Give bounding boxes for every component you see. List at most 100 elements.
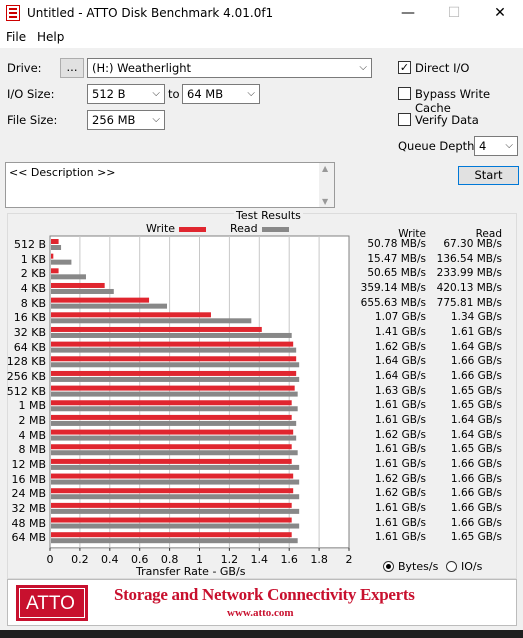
write-rate-value: 1.41 GB/s: [374, 325, 426, 338]
write-bar: [51, 517, 292, 523]
io-size-axis-label: 24 MB: [11, 487, 46, 501]
io-size-axis-label: 32 KB: [13, 325, 46, 339]
read-rate-value: 1.66 GB/s: [450, 516, 502, 529]
read-bar: [51, 538, 298, 544]
read-bar: [51, 464, 300, 470]
read-rate-value: 1.66 GB/s: [450, 472, 502, 485]
read-bar: [51, 274, 86, 280]
read-rate-value: 1.64 GB/s: [450, 413, 502, 426]
read-bar: [51, 332, 292, 338]
write-bar: [51, 326, 262, 332]
read-bar: [51, 523, 300, 529]
write-rate-value: 1.61 GB/s: [374, 399, 426, 412]
write-rate-value: 1.62 GB/s: [374, 472, 426, 485]
io-size-axis-label: 48 MB: [11, 516, 46, 530]
io-size-axis-label: 64 MB: [11, 531, 46, 545]
read-bar: [51, 376, 300, 382]
x-tick-label: 2: [346, 553, 353, 566]
radio-selected-dot: [386, 564, 391, 569]
write-rate-value: 1.62 GB/s: [374, 340, 426, 353]
atto-logo-text: ATTO: [26, 593, 75, 614]
read-rate-value: 1.66 GB/s: [450, 501, 502, 514]
read-bar: [51, 479, 300, 485]
write-bar: [51, 400, 292, 406]
read-bar: [51, 494, 300, 500]
write-rate-value: 1.62 GB/s: [374, 428, 426, 441]
write-bar: [51, 414, 292, 420]
read-rate-value: 1.65 GB/s: [450, 399, 502, 412]
io-per-second-label: IO/s: [461, 560, 483, 573]
write-rate-value: 1.64 GB/s: [374, 369, 426, 382]
read-rate-value: 1.61 GB/s: [450, 325, 502, 338]
read-rate-value: 136.54 MB/s: [436, 252, 502, 265]
write-rate-value: 655.63 MB/s: [360, 296, 426, 309]
bytes-per-second-radio[interactable]: [383, 561, 394, 572]
io-size-axis-label: 16 KB: [13, 311, 46, 325]
atto-logo: ATTO: [16, 585, 88, 621]
write-bar: [51, 385, 295, 391]
read-rate-value: 420.13 MB/s: [436, 281, 502, 294]
write-bar: [51, 297, 150, 303]
write-bar: [51, 532, 292, 538]
read-bar: [51, 318, 252, 324]
io-size-axis-label: 8 KB: [20, 296, 46, 310]
io-size-axis-label: 1 KB: [20, 252, 46, 266]
write-rate-value: 1.61 GB/s: [374, 413, 426, 426]
read-rate-value: 1.66 GB/s: [450, 369, 502, 382]
write-bar: [51, 282, 105, 288]
banner-url[interactable]: www.atto.com: [227, 607, 294, 619]
read-bar: [51, 508, 300, 514]
write-bar: [51, 458, 292, 464]
io-size-axis-label: 256 KB: [6, 369, 46, 383]
io-size-axis-label: 64 KB: [13, 340, 46, 354]
read-bar: [51, 288, 114, 294]
read-rate-value: 1.34 GB/s: [450, 311, 502, 324]
write-bar: [51, 488, 294, 494]
io-size-axis-label: 4 KB: [20, 281, 46, 295]
write-rate-value: 1.61 GB/s: [374, 516, 426, 529]
read-rate-value: 67.30 MB/s: [443, 238, 502, 250]
x-tick-label: 0.6: [131, 553, 149, 566]
io-size-axis-label: 1 MB: [18, 399, 46, 413]
read-rate-value: 1.65 GB/s: [450, 531, 502, 544]
read-rate-value: 1.65 GB/s: [450, 384, 502, 397]
read-rate-value: 1.64 GB/s: [450, 428, 502, 441]
write-rate-value: 1.63 GB/s: [374, 384, 426, 397]
io-size-axis-label: 4 MB: [18, 428, 46, 442]
write-bar: [51, 268, 59, 274]
read-rate-value: 1.65 GB/s: [450, 443, 502, 456]
read-bar: [51, 450, 298, 456]
read-rate-value: 775.81 MB/s: [436, 296, 502, 309]
read-bar: [51, 303, 168, 309]
write-bar: [51, 312, 211, 318]
read-bar: [51, 259, 72, 265]
write-rate-value: 1.61 GB/s: [374, 457, 426, 470]
read-rate-value: 1.66 GB/s: [450, 457, 502, 470]
io-per-second-radio[interactable]: [446, 561, 457, 572]
read-rate-value: 1.66 GB/s: [450, 355, 502, 368]
write-rate-value: 1.61 GB/s: [374, 531, 426, 544]
read-bar: [51, 406, 298, 412]
read-bar: [51, 347, 297, 353]
write-rate-value: 15.47 MB/s: [367, 252, 426, 265]
read-bar: [51, 245, 62, 250]
read-bar: [51, 435, 297, 441]
x-tick-label: 0.8: [161, 553, 179, 566]
write-rate-value: 1.61 GB/s: [374, 501, 426, 514]
write-bar: [51, 429, 294, 435]
x-axis-label: Transfer Rate - GB/s: [136, 565, 246, 578]
read-rate-value: 233.99 MB/s: [436, 267, 502, 280]
read-bar: [51, 391, 298, 397]
write-rate-value: 1.07 GB/s: [374, 311, 426, 324]
atto-banner[interactable]: ATTO Storage and Network Connectivity Ex…: [7, 579, 517, 626]
write-bar: [51, 444, 292, 450]
write-bar: [51, 341, 294, 347]
write-rate-value: 50.65 MB/s: [367, 267, 426, 280]
write-bar: [51, 356, 297, 362]
io-size-axis-label: 128 KB: [6, 355, 46, 369]
x-tick-label: 1: [196, 553, 203, 566]
read-rate-value: 1.66 GB/s: [450, 487, 502, 500]
write-rate-value: 50.78 MB/s: [367, 238, 426, 250]
x-tick-label: 0.2: [71, 553, 89, 566]
write-rate-value: 1.61 GB/s: [374, 443, 426, 456]
